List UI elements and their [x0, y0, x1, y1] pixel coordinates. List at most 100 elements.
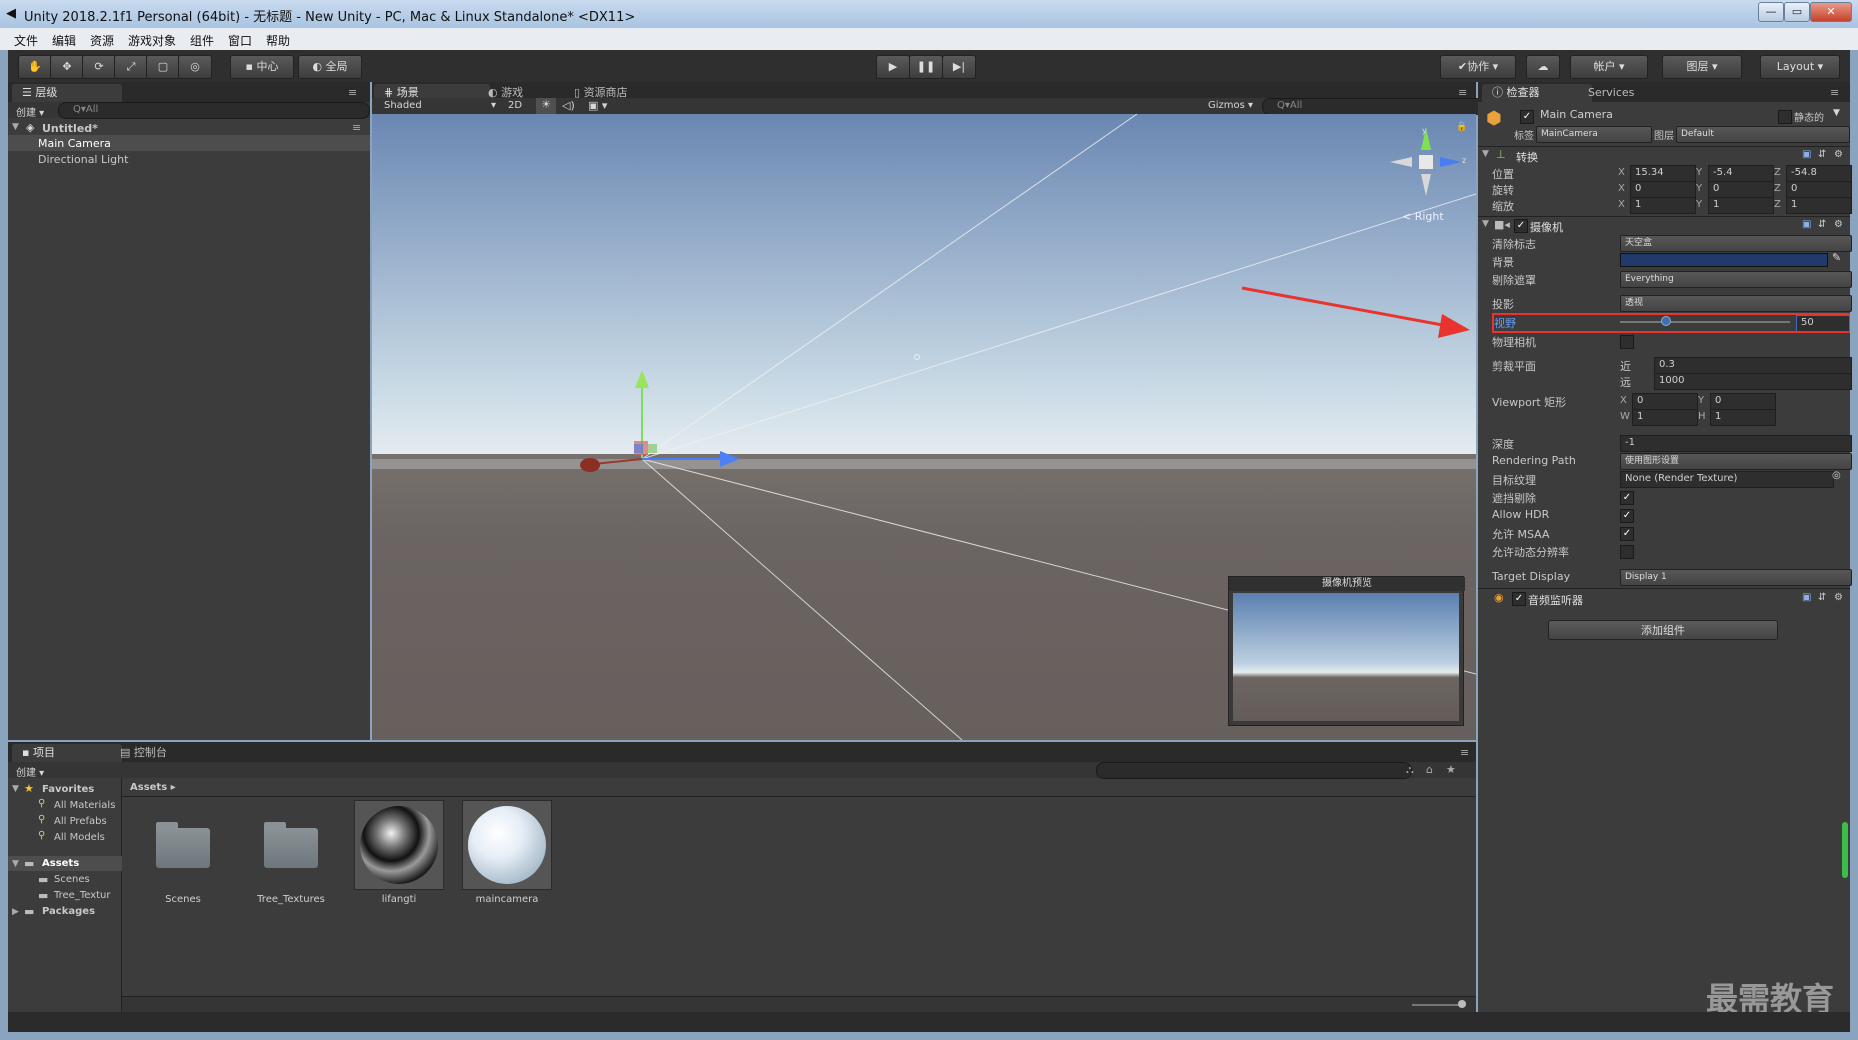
scene-expand-arrow[interactable]: ▼	[12, 122, 19, 132]
hierarchy-item-main-camera[interactable]: Main Camera	[38, 137, 111, 150]
help-icon[interactable]: ▣	[1802, 150, 1812, 160]
filter-label-icon[interactable]: ⌂	[1426, 763, 1433, 776]
assets-breadcrumb[interactable]: Assets ▸	[130, 782, 176, 793]
asset-folder-scenes[interactable]: Scenes	[138, 808, 228, 908]
audio-listener-checkbox[interactable]: ✓	[1512, 592, 1526, 606]
viewport-y-field[interactable]: 0	[1710, 393, 1776, 410]
rotation-x-field[interactable]: 0	[1630, 181, 1696, 198]
hierarchy-scene-name[interactable]: Untitled*	[42, 122, 98, 135]
preset-icon[interactable]: ⇵	[1818, 593, 1828, 603]
fov-slider-track[interactable]	[1620, 321, 1790, 323]
menu-window[interactable]: 窗口	[228, 32, 252, 49]
camera-component-header[interactable]: ▼ ■◂ ✓ 摄像机 ▣ ⇵ ⚙	[1478, 216, 1850, 234]
viewport-x-field[interactable]: 0	[1632, 393, 1698, 410]
projection-dropdown[interactable]: 透视	[1620, 295, 1852, 312]
static-dropdown-icon[interactable]: ▼	[1833, 108, 1840, 118]
pause-button[interactable]: ❚❚	[909, 55, 943, 79]
hierarchy-item-directional-light[interactable]: Directional Light	[38, 153, 128, 166]
move-tool-button[interactable]: ✥	[50, 55, 84, 79]
rotation-y-field[interactable]: 0	[1708, 181, 1774, 198]
step-button[interactable]: ▶|	[942, 55, 976, 79]
pivot-toggle-button[interactable]: ▪ 中心	[230, 55, 294, 79]
fov-slider-thumb[interactable]	[1660, 316, 1671, 326]
static-checkbox[interactable]	[1778, 110, 1792, 124]
create-dropdown[interactable]: 创建 ▾	[16, 104, 44, 119]
rect-tool-button[interactable]: ▢	[146, 55, 180, 79]
allow-hdr-checkbox[interactable]: ✓	[1620, 509, 1634, 523]
project-create-dropdown[interactable]: 创建 ▾	[16, 764, 44, 779]
menu-help[interactable]: 帮助	[266, 32, 290, 49]
scene-menu-icon[interactable]: ≡	[352, 121, 361, 134]
rotation-z-field[interactable]: 0	[1786, 181, 1852, 198]
icon-size-slider-thumb[interactable]	[1458, 1000, 1466, 1008]
scene-search-input[interactable]: Q▾All	[1262, 98, 1484, 115]
lighting-toggle-icon[interactable]: ☀	[536, 98, 556, 114]
asset-folder-tree-textures[interactable]: Tree_Textures	[246, 808, 336, 908]
settings-gear-icon[interactable]: ⚙	[1834, 593, 1844, 603]
tab-inspector[interactable]: ⓘ 检查器	[1482, 84, 1592, 102]
mode-2d-toggle[interactable]: 2D	[508, 100, 522, 111]
favorite-star-icon[interactable]: ★	[1446, 763, 1456, 776]
target-texture-field[interactable]: None (Render Texture)	[1620, 471, 1834, 488]
panel-menu-icon[interactable]: ≡	[1830, 86, 1839, 99]
allow-msaa-checkbox[interactable]: ✓	[1620, 527, 1634, 541]
packages-tree-root[interactable]: Packages	[42, 906, 95, 917]
maximize-button[interactable]: ▭	[1784, 2, 1810, 22]
depth-field[interactable]: -1	[1620, 435, 1852, 452]
far-field[interactable]: 1000	[1654, 373, 1852, 390]
cloud-button[interactable]: ☁	[1526, 55, 1560, 79]
position-y-field[interactable]: -5.4	[1708, 165, 1774, 182]
target-display-dropdown[interactable]: Display 1	[1620, 569, 1852, 586]
hand-tool-button[interactable]: ✋	[18, 55, 52, 79]
assets-tree-root[interactable]: Assets	[42, 858, 79, 869]
tab-console[interactable]: ▤ 控制台	[110, 744, 210, 762]
menu-assets[interactable]: 资源	[90, 32, 114, 49]
assets-tree-scenes[interactable]: Scenes	[54, 874, 90, 885]
add-component-button[interactable]: 添加组件	[1548, 620, 1778, 640]
audio-listener-header[interactable]: ◉ ✓ 音频监听器 ▣ ⇵ ⚙	[1478, 588, 1850, 607]
panel-menu-icon[interactable]: ≡	[1460, 746, 1469, 759]
tab-hierarchy[interactable]: ☰ 层级	[12, 84, 122, 102]
fov-field[interactable]: 50	[1796, 315, 1850, 332]
scale-x-field[interactable]: 1	[1630, 197, 1696, 214]
clear-flags-dropdown[interactable]: 天空盒	[1620, 235, 1852, 252]
preset-icon[interactable]: ⇵	[1818, 220, 1828, 230]
settings-gear-icon[interactable]: ⚙	[1834, 220, 1844, 230]
menu-edit[interactable]: 编辑	[52, 32, 76, 49]
gizmos-dropdown[interactable]: Gizmos ▾	[1208, 100, 1253, 111]
help-icon[interactable]: ▣	[1802, 593, 1812, 603]
scale-tool-button[interactable]: ⤢	[114, 55, 148, 79]
physical-camera-checkbox[interactable]	[1620, 335, 1634, 349]
help-icon[interactable]: ▣	[1802, 220, 1812, 230]
camera-enabled-checkbox[interactable]: ✓	[1514, 219, 1528, 233]
transform-header[interactable]: ▼ ⊥ 转换 ▣ ⇵ ⚙	[1478, 146, 1850, 164]
rotate-tool-button[interactable]: ⟳	[82, 55, 116, 79]
settings-gear-icon[interactable]: ⚙	[1834, 150, 1844, 160]
favorites-header[interactable]: Favorites	[42, 784, 94, 795]
collab-dropdown[interactable]: ✔协作 ▾	[1440, 55, 1516, 79]
position-z-field[interactable]: -54.8	[1786, 165, 1852, 182]
layer-dropdown[interactable]: Default	[1676, 126, 1850, 143]
culling-mask-dropdown[interactable]: Everything	[1620, 271, 1852, 288]
menu-gameobject[interactable]: 游戏对象	[128, 32, 176, 49]
inspector-scrollbar[interactable]	[1842, 822, 1848, 878]
favorite-all-models[interactable]: All Models	[54, 832, 105, 843]
asset-material-maincamera[interactable]: maincamera	[462, 800, 552, 908]
assets-tree-tree-textures[interactable]: Tree_Textur	[54, 890, 111, 901]
rendering-path-dropdown[interactable]: 使用图形设置	[1620, 453, 1852, 470]
active-checkbox[interactable]: ✓	[1520, 110, 1534, 124]
hierarchy-search-input[interactable]: Q▾All	[58, 102, 370, 119]
asset-material-lifangti[interactable]: lifangti	[354, 800, 444, 908]
preset-icon[interactable]: ⇵	[1818, 150, 1828, 160]
tab-services[interactable]: Services	[1578, 84, 1678, 102]
near-field[interactable]: 0.3	[1654, 357, 1852, 374]
tab-project[interactable]: ▪ 项目	[12, 744, 122, 762]
menu-file[interactable]: 文件	[14, 32, 38, 49]
effects-dropdown-icon[interactable]: ▣ ▾	[588, 99, 607, 112]
tag-dropdown[interactable]: MainCamera	[1536, 126, 1652, 143]
favorite-all-materials[interactable]: All Materials	[54, 800, 115, 811]
transform-tool-button[interactable]: ◎	[178, 55, 212, 79]
object-name-field[interactable]: Main Camera	[1536, 108, 1730, 123]
filter-type-icon[interactable]: ⛬	[1406, 763, 1414, 777]
minimize-button[interactable]: —	[1758, 2, 1784, 22]
